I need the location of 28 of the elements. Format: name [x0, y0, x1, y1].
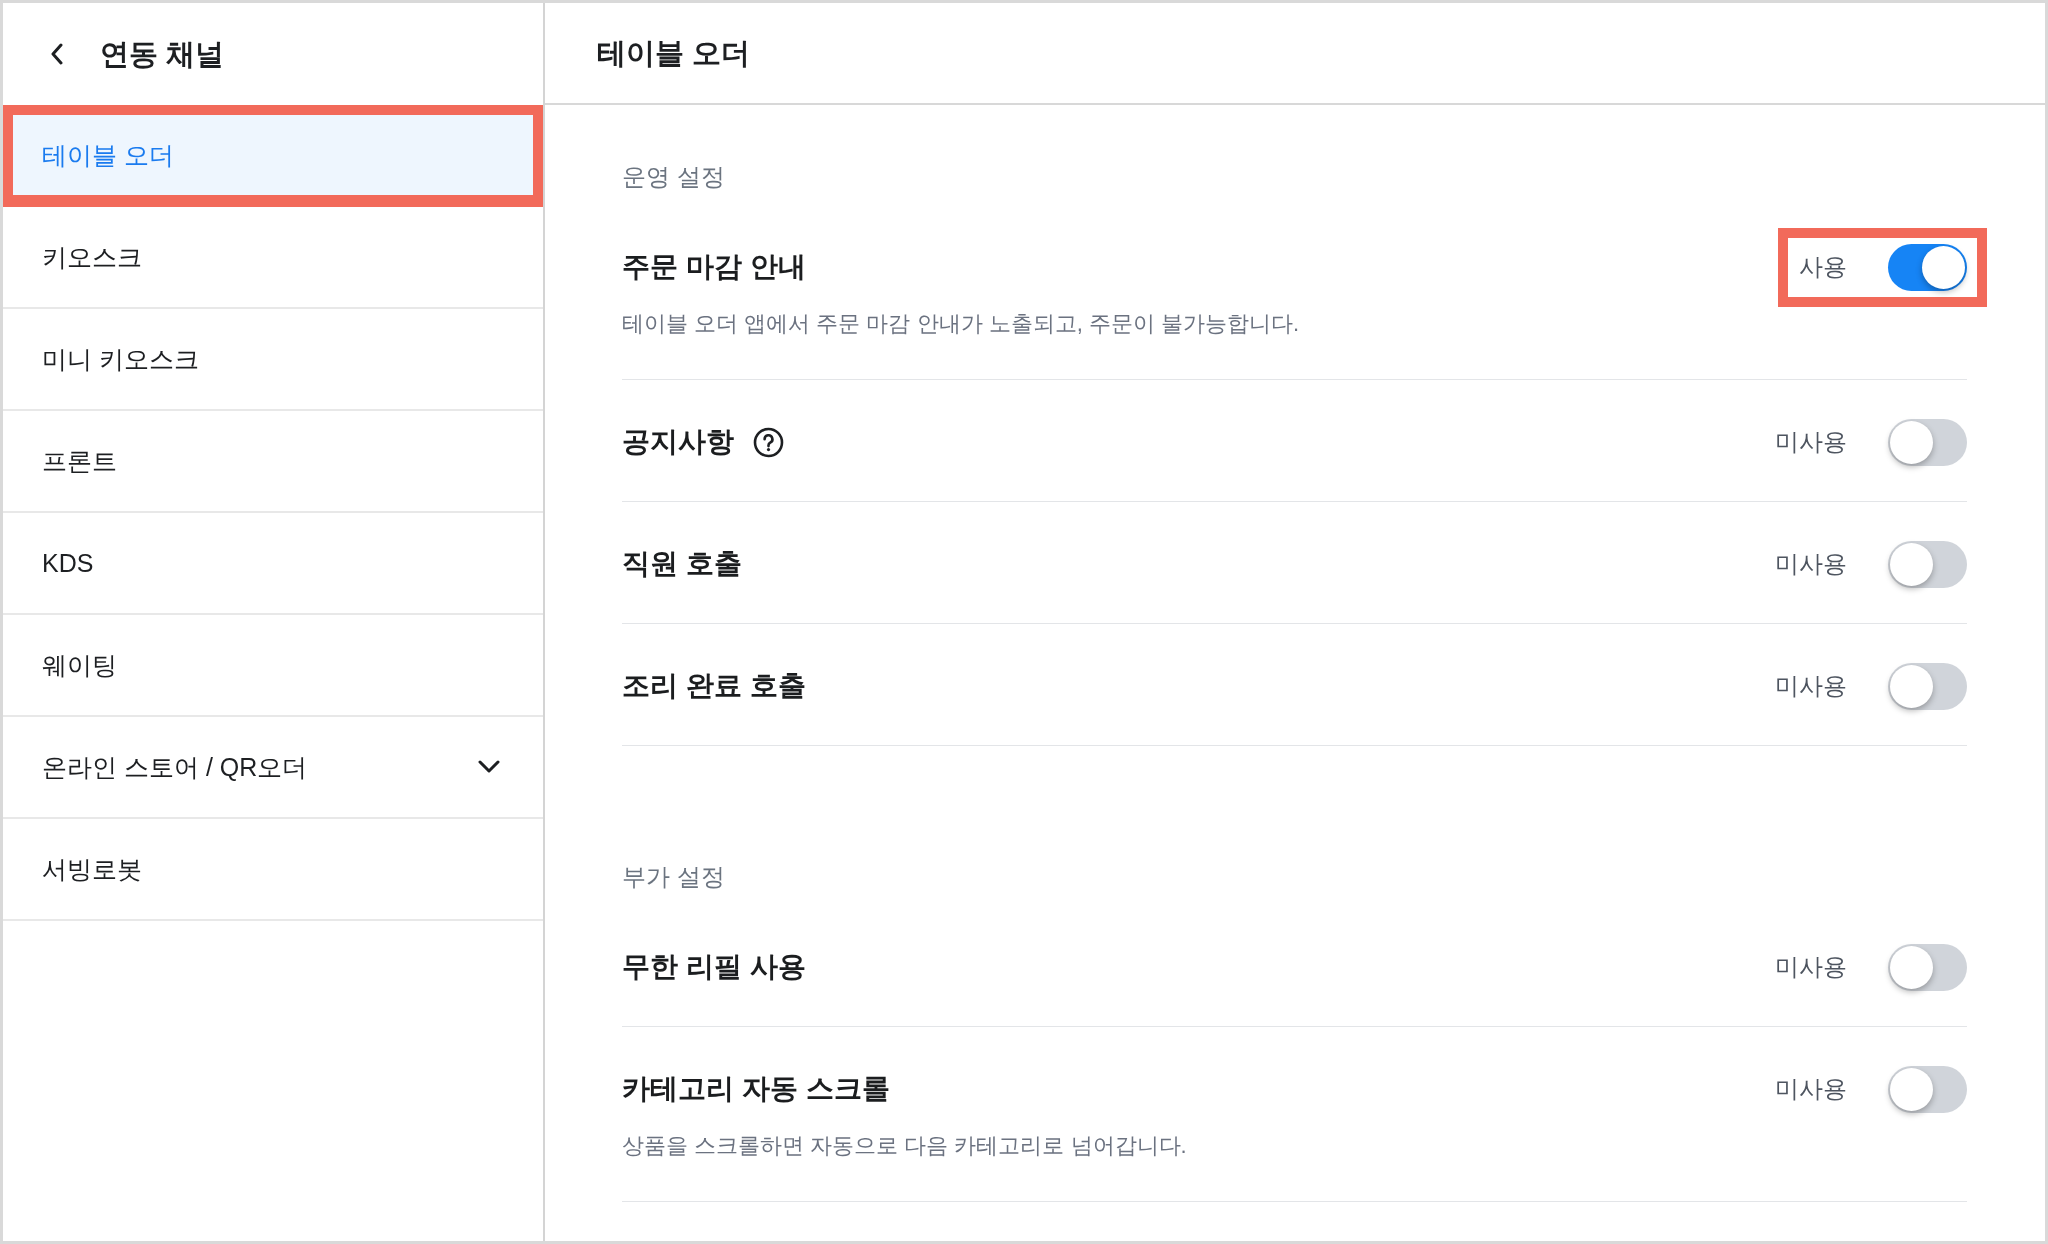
setting-title: 직원 호출: [622, 547, 742, 581]
status-label: 미사용: [1775, 549, 1847, 579]
status-label: 미사용: [1775, 952, 1847, 982]
status-label: 사용: [1799, 252, 1847, 282]
sidebar-title: 연동 채널: [100, 37, 225, 72]
back-icon[interactable]: [50, 43, 64, 65]
setting-title: 주문 마감 안내: [622, 250, 806, 284]
toggle-switch[interactable]: [1888, 243, 1967, 291]
toggle-switch[interactable]: [1888, 418, 1967, 466]
status-label: 미사용: [1775, 427, 1847, 457]
setting-description: 상품을 스크롤하면 자동으로 다음 카테고리로 넘어갑니다.: [622, 1132, 1187, 1160]
help-icon[interactable]: [753, 426, 784, 458]
setting-title: 카테고리 자동 스크롤: [622, 1072, 890, 1106]
sidebar-item[interactable]: 테이블 오더: [3, 105, 543, 207]
section-title: 운영 설정: [622, 162, 726, 192]
status-label: 미사용: [1775, 671, 1847, 701]
status-label: 미사용: [1775, 1074, 1847, 1104]
page-title: 테이블 오더: [597, 36, 751, 71]
toggle-switch[interactable]: [1888, 540, 1967, 588]
setting-description: 테이블 오더 앱에서 주문 마감 안내가 노출되고, 주문이 불가능합니다.: [622, 310, 1300, 338]
section-title: 부가 설정: [622, 862, 726, 892]
setting-title: 공지사항: [622, 425, 734, 459]
setting-title: 조리 완료 호출: [622, 669, 806, 703]
toggle-switch[interactable]: [1888, 943, 1967, 991]
setting-title: 무한 리필 사용: [622, 950, 806, 984]
chevron-down-icon[interactable]: [478, 760, 500, 774]
toggle-switch[interactable]: [1888, 662, 1967, 710]
toggle-switch[interactable]: [1888, 1065, 1967, 1113]
